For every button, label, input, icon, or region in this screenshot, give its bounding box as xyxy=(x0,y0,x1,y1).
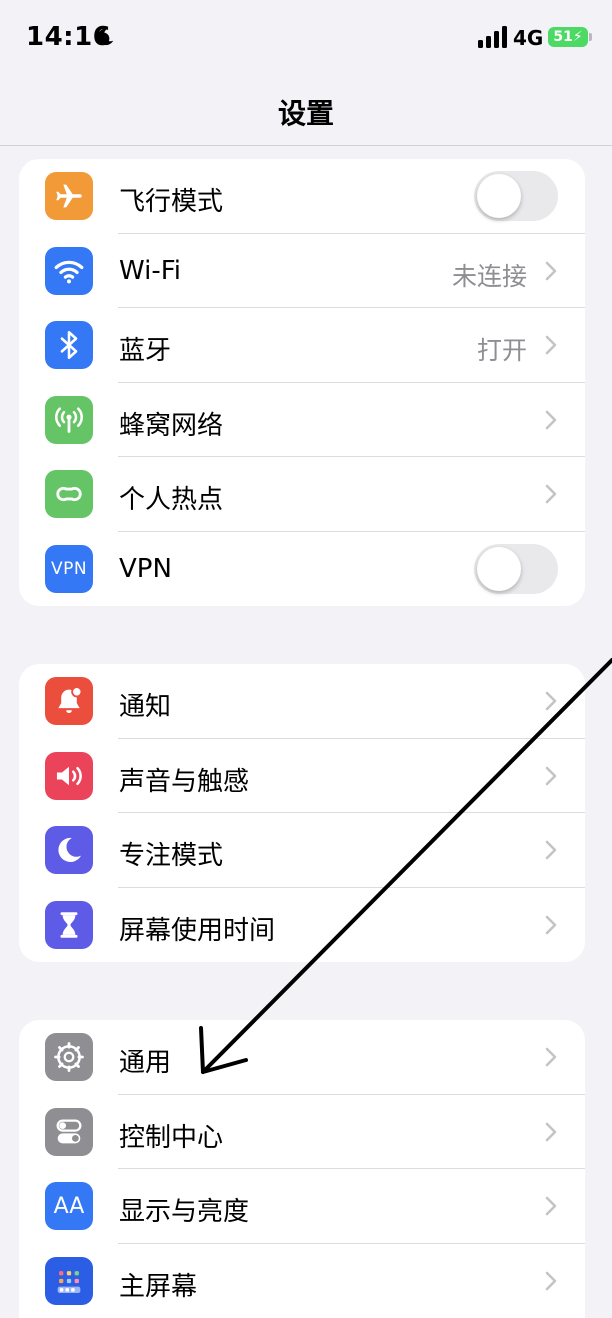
settings-row-display-brightness[interactable]: AA 显示与亮度 xyxy=(19,1169,585,1244)
settings-row-personal-hotspot[interactable]: 个人热点 xyxy=(19,457,585,532)
settings-row-notifications[interactable]: 通知 xyxy=(19,664,585,739)
chevron-right-icon xyxy=(545,410,557,429)
chevron-right-icon xyxy=(545,335,557,355)
navigation-bar: 设置 xyxy=(0,76,612,146)
settings-row-label: 专注模式 xyxy=(119,841,224,871)
status-bar: 14:16 4G 51 ⚡ xyxy=(0,0,612,76)
bluetooth-icon xyxy=(45,321,93,369)
cellular-icon xyxy=(45,395,93,444)
display-icon: AA xyxy=(45,1182,93,1230)
page-title: 设置 xyxy=(277,97,334,130)
settings-row-sounds-haptics[interactable]: 声音与触感 xyxy=(19,739,585,813)
hourglass-icon xyxy=(45,900,93,949)
settings-row-label: 通用 xyxy=(119,1048,172,1078)
settings-row-label: 声音与触感 xyxy=(119,766,250,797)
bluetooth-status-value: 打开 xyxy=(476,336,527,365)
chevron-right-icon xyxy=(545,1271,557,1290)
wifi-status-value: 未连接 xyxy=(451,261,527,291)
focus-moon-icon xyxy=(45,826,93,874)
settings-row-label: 蜂窝网络 xyxy=(119,410,224,441)
battery-icon: 51 ⚡ xyxy=(548,27,592,47)
control-center-icon xyxy=(45,1107,93,1156)
settings-group-notifications: 通知 声音与触感 专注模式 屏幕使用时间 xyxy=(19,664,585,962)
settings-row-screen-time[interactable]: 屏幕使用时间 xyxy=(19,888,585,963)
settings-row-label: 通知 xyxy=(119,692,172,722)
chevron-right-icon xyxy=(545,484,557,504)
home-screen-icon xyxy=(45,1256,93,1305)
settings-group-connectivity: 飞行模式 Wi-Fi 未连接 蓝牙 打开 蜂窝网络 个人热点 VPN VPN xyxy=(19,159,585,606)
settings-row-label: 主屏幕 xyxy=(119,1271,198,1302)
settings-row-general[interactable]: 通用 xyxy=(19,1020,585,1095)
chevron-right-icon xyxy=(545,1122,557,1141)
wifi-icon xyxy=(45,246,93,295)
focus-moon-status-icon xyxy=(97,28,114,46)
settings-row-label: 蓝牙 xyxy=(119,336,172,366)
settings-row-control-center[interactable]: 控制中心 xyxy=(19,1095,585,1169)
sound-icon xyxy=(45,751,93,800)
chevron-right-icon xyxy=(545,1196,557,1216)
vpn-toggle[interactable] xyxy=(474,543,558,594)
chevron-right-icon xyxy=(545,261,557,280)
chevron-right-icon xyxy=(545,691,557,711)
settings-row-label: VPN xyxy=(119,553,172,584)
settings-row-focus[interactable]: 专注模式 xyxy=(19,813,585,888)
vpn-icon-text: VPN xyxy=(50,558,88,579)
settings-row-wifi[interactable]: Wi-Fi 未连接 xyxy=(19,234,585,308)
airplane-mode-toggle[interactable] xyxy=(474,171,558,221)
settings-row-airplane-mode[interactable]: 飞行模式 xyxy=(19,159,585,234)
chevron-right-icon xyxy=(545,840,557,860)
settings-group-general: 通用 控制中心 AA 显示与亮度 主屏幕 xyxy=(19,1020,585,1318)
chevron-right-icon xyxy=(545,766,557,785)
battery-level: 51 xyxy=(553,29,573,45)
chevron-right-icon xyxy=(545,1047,557,1067)
settings-row-label: 屏幕使用时间 xyxy=(119,915,276,946)
settings-row-label: Wi-Fi xyxy=(119,255,182,286)
signal-strength-icon xyxy=(478,26,507,48)
settings-row-label: 飞行模式 xyxy=(119,187,224,217)
settings-row-cellular[interactable]: 蜂窝网络 xyxy=(19,383,585,457)
display-icon-text: AA xyxy=(53,1193,85,1219)
settings-row-label: 控制中心 xyxy=(119,1122,224,1153)
notifications-icon xyxy=(45,677,93,725)
settings-row-label: 显示与亮度 xyxy=(119,1197,250,1227)
vpn-icon: VPN xyxy=(45,544,93,593)
settings-row-label: 个人热点 xyxy=(119,485,224,515)
network-type: 4G xyxy=(513,26,544,50)
airplane-icon xyxy=(45,172,93,220)
charging-bolt-icon: ⚡ xyxy=(572,29,583,45)
hotspot-icon xyxy=(45,470,93,518)
gear-icon xyxy=(45,1033,93,1081)
settings-row-vpn[interactable]: VPN VPN xyxy=(19,532,585,607)
settings-row-home-screen[interactable]: 主屏幕 xyxy=(19,1244,585,1318)
settings-row-bluetooth[interactable]: 蓝牙 打开 xyxy=(19,308,585,383)
chevron-right-icon xyxy=(545,915,557,934)
